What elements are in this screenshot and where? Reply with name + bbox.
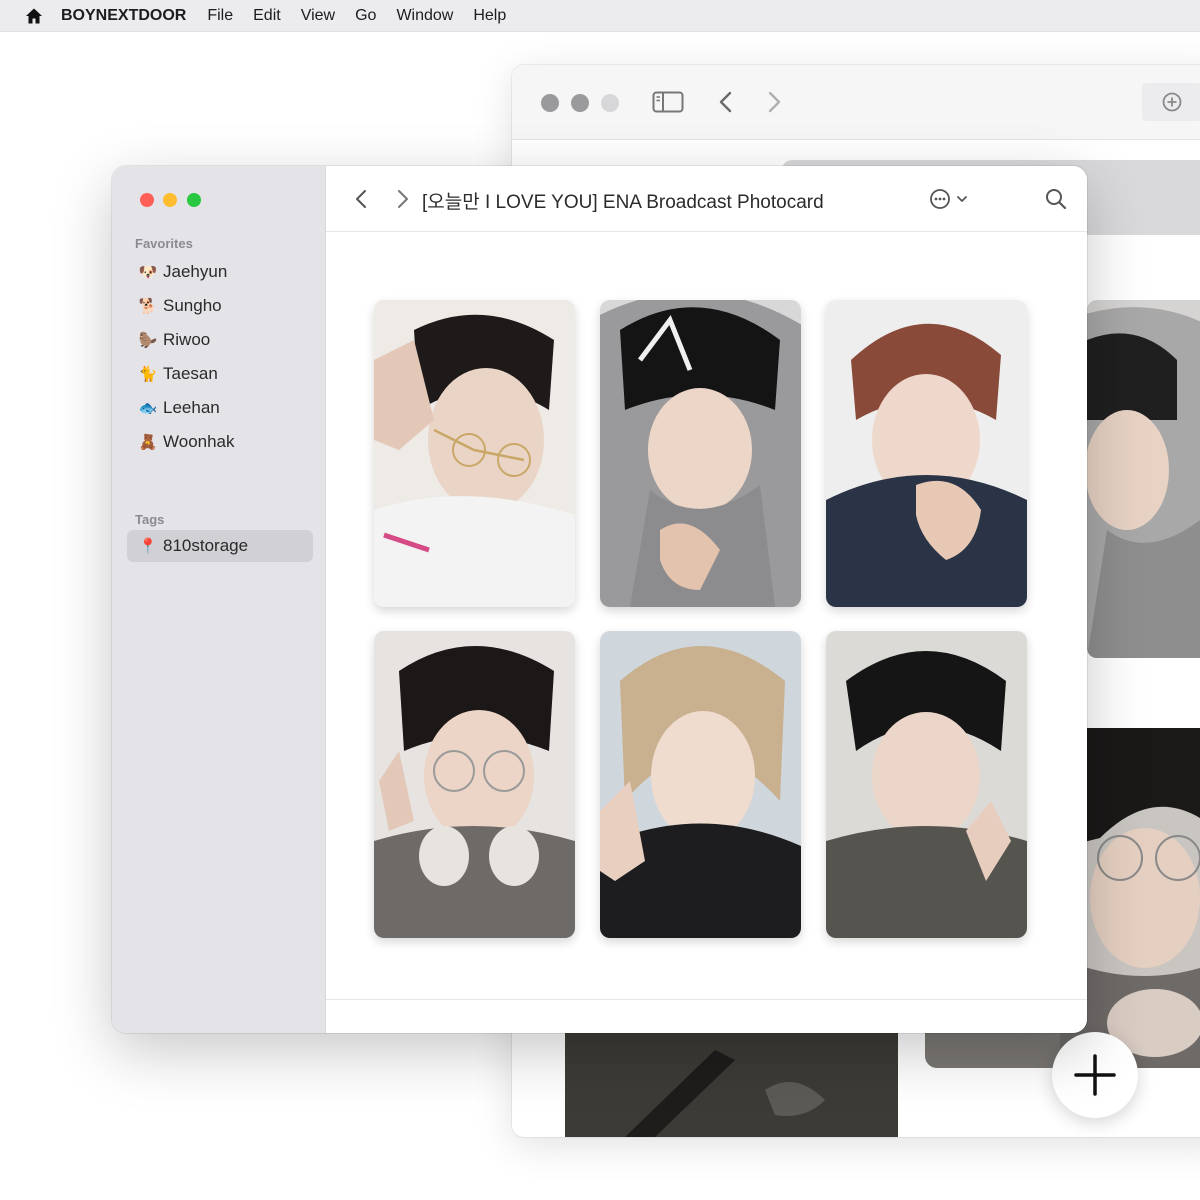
menu-file[interactable]: File [207,7,233,25]
plus-circle-icon [1162,92,1182,112]
plus-icon [1074,1054,1116,1096]
photocard-sungho[interactable] [600,300,801,607]
forward-chevron-icon[interactable] [766,91,782,118]
app-menu[interactable]: BOYNEXTDOOR [61,7,186,25]
menu-edit[interactable]: Edit [253,7,281,25]
close-button[interactable] [140,193,154,207]
fish-icon: 🐟 [138,400,158,417]
dog-icon: 🐕 [138,298,158,315]
sidebar-item-label: 810storage [163,536,249,555]
sidebar-item-jaehyun[interactable]: 🐶 Jaehyun [127,256,313,288]
new-tab-button[interactable] [1142,83,1200,121]
add-button[interactable] [1052,1032,1138,1118]
zoom-button[interactable] [601,94,619,112]
background-photo [565,1030,898,1137]
photocard-riwoo[interactable] [826,300,1027,607]
photocard-woonhak[interactable] [826,631,1027,938]
sidebar-item-woonhak[interactable]: 🧸 Woonhak [127,426,313,458]
beaver-icon: 🦫 [138,332,158,349]
sidebar-item-label: Leehan [163,398,220,417]
menu-bar: BOYNEXTDOOR File Edit View Go Window Hel… [0,0,1200,32]
divider [326,999,1087,1000]
teddy-bear-icon: 🧸 [138,434,158,451]
sidebar-item-label: Taesan [163,364,218,383]
minimize-button[interactable] [571,94,589,112]
menu-go[interactable]: Go [355,7,376,25]
pin-icon: 📍 [138,538,158,555]
sidebar: Favorites 🐶 Jaehyun 🐕 Sungho 🦫 Riwoo 🐈 T… [112,166,326,1033]
menu-help[interactable]: Help [473,7,506,25]
sidebar-item-taesan[interactable]: 🐈 Taesan [127,358,313,390]
menu-window[interactable]: Window [396,7,453,25]
sidebar-item-label: Sungho [163,296,222,315]
favorites-heading: Favorites [135,236,193,251]
window-title: [오늘만 I LOVE YOU] ENA Broadcast Photocard [422,192,824,213]
tags-heading: Tags [135,512,165,527]
search-icon[interactable] [1045,188,1067,210]
more-options-icon[interactable] [929,188,971,210]
dog-face-icon: 🐶 [138,264,158,281]
home-icon[interactable] [24,6,44,26]
finder-toolbar: [오늘만 I LOVE YOU] ENA Broadcast Photocard [326,166,1087,232]
back-chevron-icon[interactable] [354,189,368,209]
sidebar-item-label: Woonhak [163,432,235,451]
sidebar-item-label: Riwoo [163,330,211,349]
zoom-button[interactable] [187,193,201,207]
minimize-button[interactable] [163,193,177,207]
sidebar-item-label: Jaehyun [163,262,228,281]
sidebar-toggle-icon[interactable] [652,91,684,118]
sidebar-item-leehan[interactable]: 🐟 Leehan [127,392,313,424]
finder-window: Favorites 🐶 Jaehyun 🐕 Sungho 🦫 Riwoo 🐈 T… [112,166,1087,1033]
sidebar-item-sungho[interactable]: 🐕 Sungho [127,290,313,322]
photocard-taesan[interactable] [374,631,575,938]
close-button[interactable] [541,94,559,112]
background-window-toolbar [512,65,1200,140]
photocard-leehan[interactable] [600,631,801,938]
sidebar-item-riwoo[interactable]: 🦫 Riwoo [127,324,313,356]
forward-chevron-icon[interactable] [396,189,410,209]
cat-icon: 🐈 [138,366,158,383]
menu-view[interactable]: View [301,7,335,25]
sidebar-item-810storage[interactable]: 📍 810storage [127,530,313,562]
finder-content: [오늘만 I LOVE YOU] ENA Broadcast Photocard [326,166,1087,1033]
photocard-jaehyun[interactable] [374,300,575,607]
background-photo [1087,300,1200,658]
back-chevron-icon[interactable] [718,91,734,118]
